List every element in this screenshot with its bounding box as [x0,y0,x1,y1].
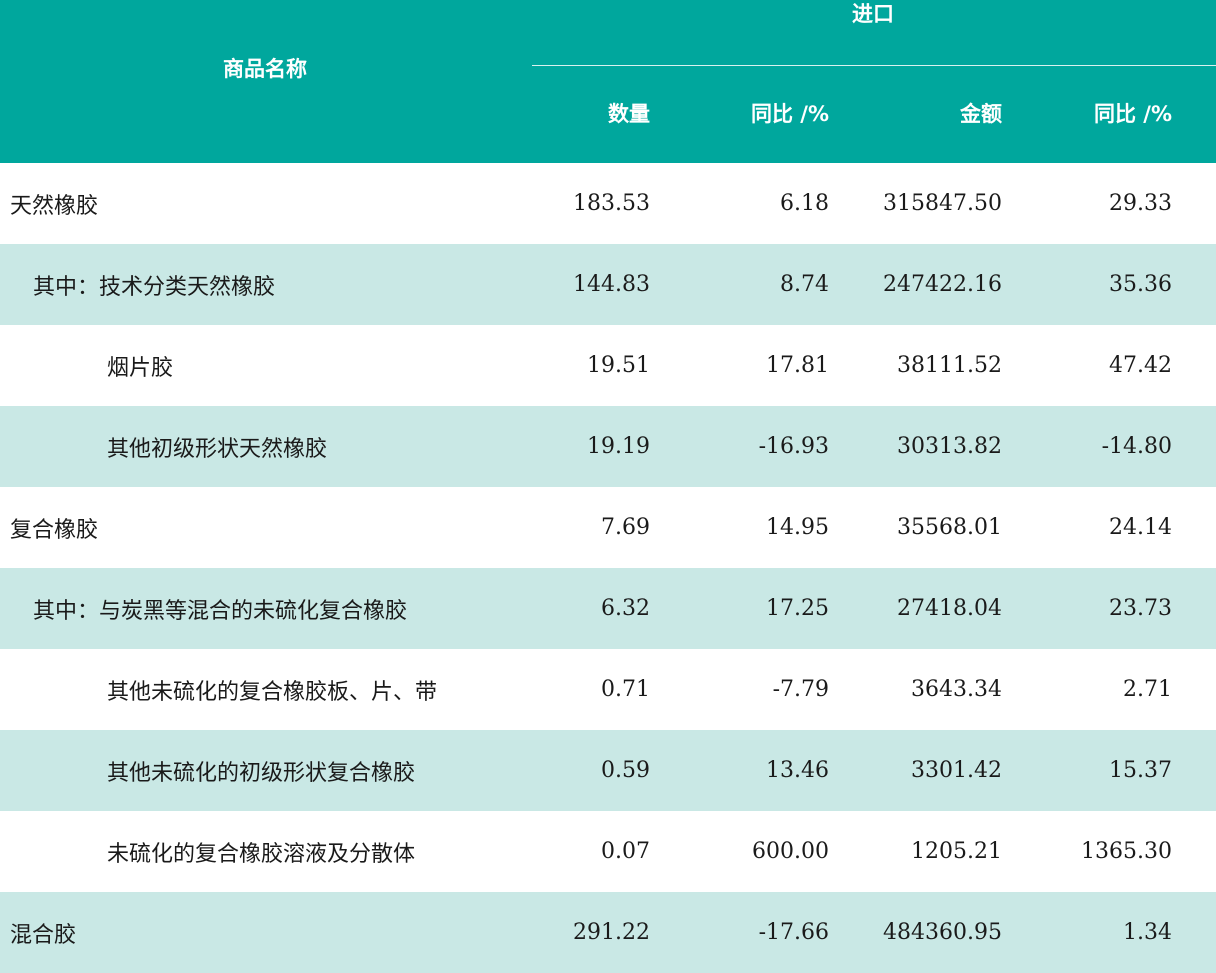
amount-cell: 30313.82 [853,406,1042,487]
quantity-yoy-cell: 17.25 [682,568,853,649]
header-quantity: 数量 [530,65,682,163]
quantity-yoy-cell: 17.81 [766,353,829,378]
table-row: 复合橡胶 7.69 14.95 35568.01 24.14 [0,487,1216,568]
table-row: 烟片胶 19.51 17.81 38111.52 47.42 [0,325,1216,406]
product-name-cell: 复合橡胶 [10,517,99,543]
product-name-cell: 混合胶 [0,892,530,973]
quantity-cell: 7.69 [601,515,650,540]
table-row: 未硫化的复合橡胶溶液及分散体 0.07 600.00 1205.21 1365.30 [0,811,1216,892]
amount-cell: 3301.42 [853,730,1042,811]
product-name-cell: 其他未硫化的复合橡胶板、片、带 [107,679,438,705]
product-name-cell: 烟片胶 [107,355,174,381]
table-row: 其他初级形状天然橡胶 19.19 -16.93 30313.82 -14.80 [0,406,1216,487]
amount-cell: 315847.50 [883,191,1002,216]
amount-yoy-cell: 1365.30 [1081,839,1172,864]
quantity-yoy-cell: -7.79 [772,677,829,702]
quantity-cell: 0.59 [530,730,682,811]
header-product-name: 商品名称 [0,0,530,163]
quantity-cell: 0.07 [601,839,650,864]
amount-cell: 1205.21 [911,839,1002,864]
amount-cell: 27418.04 [853,568,1042,649]
amount-cell: 35568.01 [897,515,1002,540]
amount-cell: 3643.34 [911,677,1002,702]
amount-yoy-cell: 2.71 [1123,677,1172,702]
quantity-cell: 0.71 [601,677,650,702]
product-name-cell: 其中：技术分类天然橡胶 [0,244,530,325]
amount-yoy-cell: 15.37 [1042,730,1216,811]
amount-yoy-cell: 35.36 [1042,244,1216,325]
amount-yoy-cell: 29.33 [1109,191,1172,216]
import-table-sheet: 商品名称 进口 数量 同比 /% 金额 同比 /% 天然橡胶 183.53 6.18… [0,0,1216,973]
table-row: 其中：与炭黑等混合的未硫化复合橡胶 6.32 17.25 27418.04 23.73 [0,568,1216,649]
quantity-cell: 6.32 [530,568,682,649]
quantity-cell: 291.22 [530,892,682,973]
quantity-yoy-cell: -16.93 [682,406,853,487]
header-amount-yoy: 同比 /% [1042,65,1216,163]
rubber-import-table: 商品名称 进口 数量 同比 /% 金额 同比 /% 天然橡胶 183.53 6.18… [0,0,1216,973]
amount-yoy-cell: 24.14 [1109,515,1172,540]
amount-yoy-cell: 23.73 [1042,568,1216,649]
quantity-yoy-cell: 600.00 [752,839,829,864]
quantity-cell: 19.19 [530,406,682,487]
product-name-cell: 天然橡胶 [10,193,99,219]
quantity-cell: 183.53 [573,191,650,216]
amount-cell: 484360.95 [853,892,1042,973]
header-row-group: 商品名称 进口 [0,0,1216,163]
header-quantity-yoy: 同比 /% [682,65,853,163]
table-body: 天然橡胶 183.53 6.18 315847.50 29.33 其中：技术分类天然橡胶 1… [0,163,1216,973]
quantity-yoy-cell: 13.46 [682,730,853,811]
amount-yoy-cell: -14.80 [1042,406,1216,487]
table-row: 其他未硫化的复合橡胶板、片、带 0.71 -7.79 3643.34 2.71 [0,649,1216,730]
quantity-yoy-cell: 8.74 [682,244,853,325]
product-name-cell: 其他未硫化的初级形状复合橡胶 [0,730,530,811]
product-name-cell: 其他初级形状天然橡胶 [0,406,530,487]
quantity-yoy-cell: -17.66 [682,892,853,973]
table-row: 天然橡胶 183.53 6.18 315847.50 29.33 [0,163,1216,244]
amount-yoy-cell: 47.42 [1109,353,1172,378]
header-amount: 金额 [853,65,1042,163]
quantity-yoy-cell: 14.95 [766,515,829,540]
header-import-group: 进口 [530,0,1216,66]
product-name-cell: 其中：与炭黑等混合的未硫化复合橡胶 [0,568,530,649]
amount-cell: 38111.52 [897,353,1002,378]
product-name-cell: 未硫化的复合橡胶溶液及分散体 [107,841,416,867]
table-row: 其他未硫化的初级形状复合橡胶 0.59 13.46 3301.42 15.37 [0,730,1216,811]
table-row: 其中：技术分类天然橡胶 144.83 8.74 247422.16 35.36 [0,244,1216,325]
quantity-cell: 19.51 [587,353,650,378]
quantity-cell: 144.83 [530,244,682,325]
quantity-yoy-cell: 6.18 [780,191,829,216]
amount-cell: 247422.16 [853,244,1042,325]
table-header: 商品名称 进口 数量 同比 /% 金额 同比 /% [0,0,1216,163]
table-row: 混合胶 291.22 -17.66 484360.95 1.34 [0,892,1216,973]
amount-yoy-cell: 1.34 [1042,892,1216,973]
